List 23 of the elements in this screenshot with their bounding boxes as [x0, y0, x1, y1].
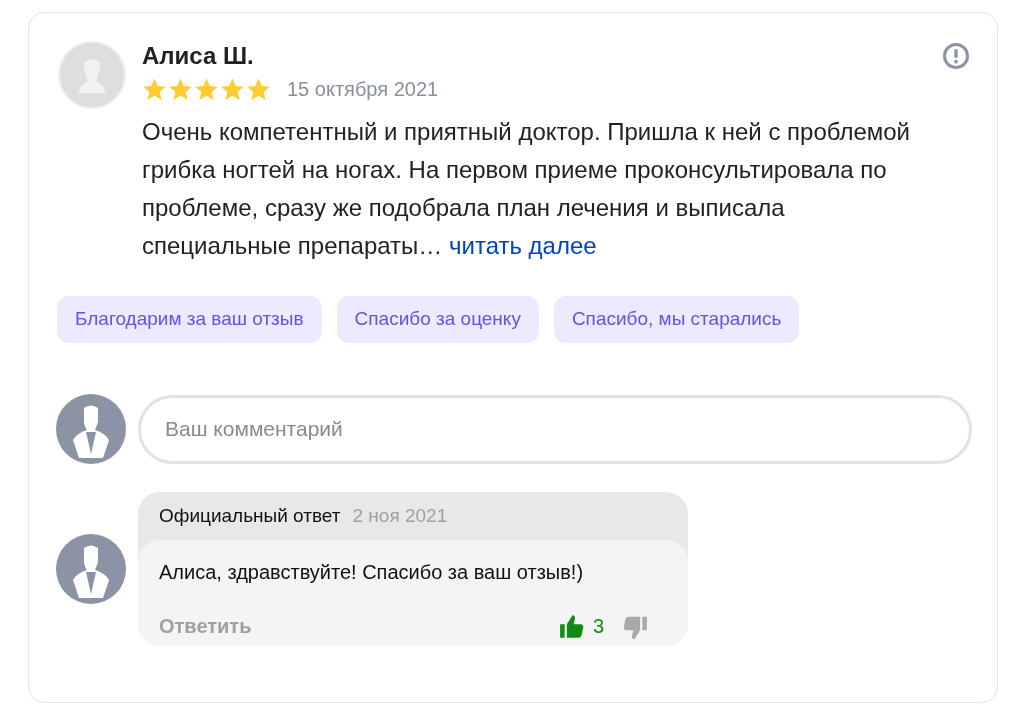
reply-link[interactable]: Ответить [159, 611, 252, 641]
like-count: 3 [592, 614, 604, 639]
quick-reply-chip[interactable]: Спасибо, мы старались [553, 296, 800, 343]
quick-reply-chip[interactable]: Спасибо за оценку [336, 296, 539, 343]
star-icon [246, 76, 271, 102]
comment-field[interactable]: Ваш комментарий [138, 394, 972, 464]
thumbs-up-icon[interactable] [558, 612, 586, 640]
author-name: Алиса Ш. [142, 41, 254, 71]
reply-date: 2 ноя 2021 [352, 504, 448, 529]
reply-text: Алиса, здравствуйте! Спасибо за ваш отзыв!) [159, 560, 585, 585]
quick-reply-chip[interactable]: Благодарим за ваш отзыв [57, 296, 322, 343]
review-text: Очень компетентный и приятный доктор. Пришла к ней с проблемой грибка ногтей на ногах. На первом приеме проконсультировала по проблеме, сразу же подобрала план лечения и выписала специальные препараты… читать далее [142, 117, 912, 261]
avatar [56, 394, 126, 464]
star-icon [220, 76, 245, 102]
warning-icon[interactable] [942, 42, 970, 70]
read-more-link[interactable]: читать далее [449, 232, 597, 259]
star-icon [168, 76, 193, 102]
star-icon [142, 76, 167, 102]
avatar [58, 41, 126, 109]
star-icon [194, 76, 219, 102]
official-reply-label: Официальный ответ [159, 504, 341, 529]
avatar [56, 534, 126, 604]
review-date: 15 октября 2021 [287, 77, 439, 102]
